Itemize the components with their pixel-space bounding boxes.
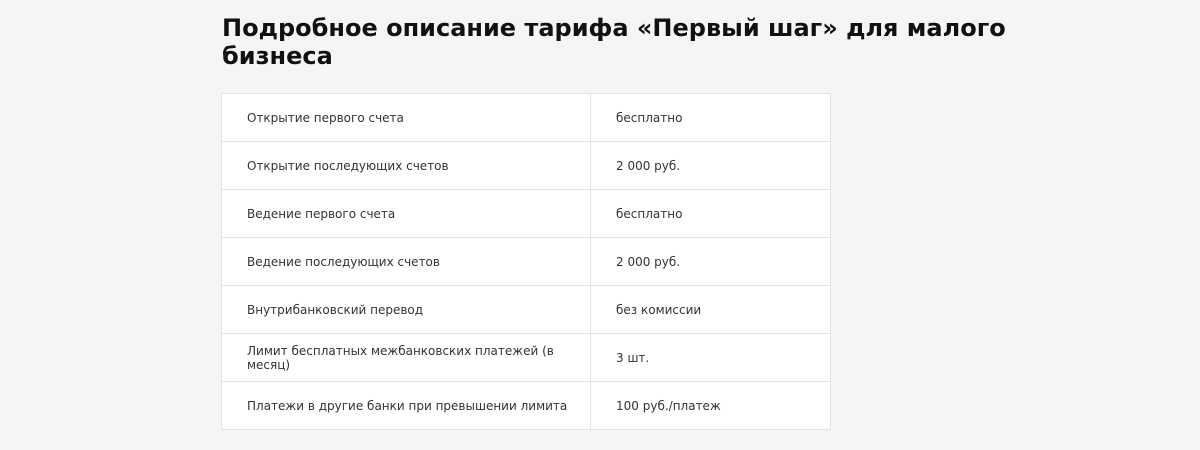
- row-parameter: Внутрибанковский перевод: [221, 285, 591, 334]
- tariff-table: Открытие первого счета бесплатно Открыти…: [221, 93, 831, 430]
- page: Подробное описание тарифа «Первый шаг» д…: [0, 0, 1200, 450]
- row-parameter: Открытие последующих счетов: [221, 141, 591, 190]
- table-row: Ведение последующих счетов 2 000 руб.: [221, 237, 831, 286]
- row-parameter: Ведение последующих счетов: [221, 237, 591, 286]
- row-value: 2 000 руб.: [590, 237, 831, 286]
- row-value: бесплатно: [590, 189, 831, 238]
- row-value: 3 шт.: [590, 333, 831, 382]
- row-parameter: Ведение первого счета: [221, 189, 591, 238]
- table-row: Открытие последующих счетов 2 000 руб.: [221, 141, 831, 190]
- row-value: бесплатно: [590, 93, 831, 142]
- row-value: 100 руб./платеж: [616, 398, 721, 413]
- row-value: 2 000 руб.: [590, 141, 831, 190]
- table-row: Открытие первого счета бесплатно: [221, 93, 831, 142]
- table-row: Лимит бесплатных межбанковских платежей …: [221, 333, 831, 382]
- page-title: Подробное описание тарифа «Первый шаг» д…: [222, 14, 1006, 70]
- table-row: Ведение первого счета бесплатно: [221, 189, 831, 238]
- table-row: Внутрибанковский перевод без комиссии: [221, 285, 831, 334]
- row-parameter: Лимит бесплатных межбанковских платежей …: [221, 333, 591, 382]
- row-parameter: Платежи в другие банки при превышении ли…: [221, 381, 591, 430]
- row-parameter: Открытие первого счета: [221, 93, 591, 142]
- row-value: без комиссии: [590, 285, 831, 334]
- table-row: Платежи в другие банки при превышении ли…: [221, 381, 831, 430]
